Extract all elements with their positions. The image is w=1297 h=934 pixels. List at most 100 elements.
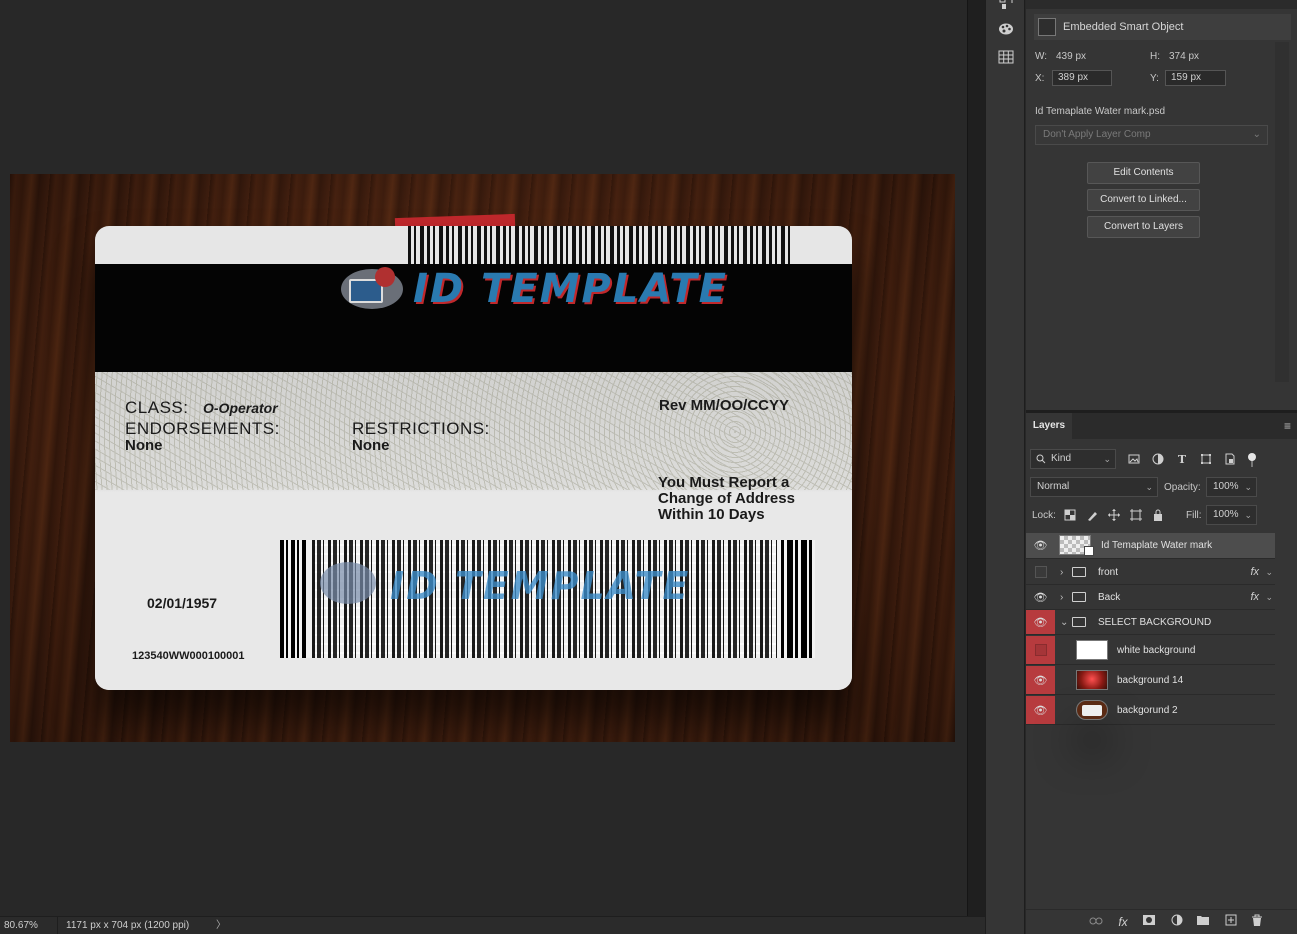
status-menu-arrow-icon[interactable]: 〉 [216, 917, 226, 934]
chevron-down-icon: ⌄ [1252, 129, 1261, 140]
logo-text: ID TEMPLATE [413, 266, 728, 312]
document-canvas[interactable]: ID TEMPLATE CLASS: O-Operator ENDORSEMEN… [10, 174, 955, 742]
new-group-icon[interactable] [1195, 914, 1211, 930]
layer-row-watermark[interactable]: 👁 Id Temaplate Water mark [1026, 533, 1275, 559]
folder-icon [1072, 592, 1086, 602]
endorsements-value: None [125, 437, 163, 454]
effects-icon[interactable]: fx [1250, 585, 1259, 610]
chevron-down-icon[interactable]: ⌄ [1265, 585, 1273, 610]
swatches-grid-icon[interactable] [996, 50, 1016, 68]
visibility-toggle[interactable] [1026, 560, 1055, 584]
fill-value: 100% [1213, 509, 1239, 520]
visibility-toggle[interactable] [1026, 636, 1055, 664]
add-mask-icon[interactable] [1141, 914, 1157, 930]
layer-row-back[interactable]: 👁 › Back fx ⌄ [1026, 585, 1275, 610]
canvas-area[interactable]: ID TEMPLATE CLASS: O-Operator ENDORSEMEN… [0, 0, 967, 916]
chevron-down-icon[interactable]: ⌄ [1265, 560, 1273, 585]
adjustment-filter-icon[interactable] [1150, 453, 1166, 467]
layer-name[interactable]: front [1098, 560, 1118, 585]
smart-object-badge-icon [1084, 546, 1094, 556]
visibility-eye-icon[interactable]: 👁 [1026, 666, 1055, 694]
opacity-input[interactable]: 100% ⌄ [1206, 477, 1257, 497]
properties-tabstrip [1026, 0, 1297, 9]
layer-name[interactable]: white background [1117, 636, 1195, 665]
pdf417-barcode: ID TEMPLATE [280, 540, 815, 658]
layer-thumbnail [1076, 700, 1108, 720]
watermark-logo-icon [320, 562, 376, 604]
x-position-input[interactable]: 389 px [1052, 70, 1112, 86]
layer-thumbnail [1076, 640, 1108, 660]
layer-name[interactable]: backgorund 2 [1117, 696, 1178, 725]
new-layer-icon[interactable] [1223, 914, 1239, 930]
visibility-eye-icon[interactable]: 👁 [1026, 585, 1055, 609]
layer-row-select-background[interactable]: 👁 ⌄ SELECT BACKGROUND [1026, 610, 1275, 635]
edit-contents-button[interactable]: Edit Contents [1087, 162, 1200, 184]
properties-scrollbar[interactable] [1275, 42, 1289, 382]
revision-date: Rev MM/OO/CCYY [659, 397, 790, 414]
lock-position-icon[interactable] [1107, 509, 1121, 523]
notice-line-2: Change of Address [658, 490, 795, 507]
layer-name[interactable]: SELECT BACKGROUND [1098, 610, 1211, 635]
panel-menu-icon[interactable]: ≡ [1284, 419, 1291, 433]
type-filter-icon[interactable]: T [1174, 453, 1190, 467]
status-bar: 80.67% 1171 px x 704 px (1200 ppi) 〉 [0, 916, 985, 934]
chevron-right-icon[interactable]: › [1060, 585, 1063, 610]
height-value: 374 px [1169, 51, 1200, 62]
photoshop-window: ID TEMPLATE CLASS: O-Operator ENDORSEMEN… [0, 0, 1297, 934]
height-label: H: [1150, 51, 1160, 62]
folder-icon [1072, 567, 1086, 577]
layer-comp-value: Don't Apply Layer Comp [1043, 129, 1151, 140]
smart-object-type: Embedded Smart Object [1063, 21, 1184, 33]
smart-object-filter-icon[interactable] [1222, 453, 1238, 467]
filter-toggle-icon[interactable] [1244, 453, 1260, 467]
blend-mode-select[interactable]: Normal ⌄ [1030, 477, 1158, 497]
restrictions-label: RESTRICTIONS: [352, 419, 490, 438]
class-label: CLASS: [125, 398, 189, 417]
fill-label: Fill: [1186, 510, 1202, 521]
add-layer-style-icon[interactable]: fx [1115, 914, 1131, 930]
layer-filter-kind-select[interactable]: Kind ⌄ [1030, 449, 1116, 469]
notice-line-3: Within 10 Days [658, 506, 765, 523]
zoom-level[interactable]: 80.67% [0, 917, 58, 934]
layer-thumbnail [1059, 535, 1094, 556]
chevron-down-icon: ⌄ [1244, 482, 1252, 492]
y-label: Y: [1150, 73, 1159, 84]
layer-row-background-14[interactable]: 👁 background 14 [1026, 666, 1275, 695]
smart-object-header: Embedded Smart Object [1034, 14, 1291, 40]
lock-artboard-icon[interactable] [1129, 509, 1143, 523]
width-value: 439 px [1056, 51, 1087, 62]
delete-layer-icon[interactable] [1249, 914, 1265, 930]
layer-comp-select[interactable]: Don't Apply Layer Comp ⌄ [1035, 125, 1268, 145]
layer-name[interactable]: background 14 [1117, 666, 1183, 695]
layer-thumbnail [1076, 670, 1108, 690]
lock-all-icon[interactable] [1151, 509, 1165, 523]
visibility-eye-icon[interactable]: 👁 [1026, 533, 1055, 558]
smart-object-filename: Id Temaplate Water mark.psd [1035, 106, 1166, 117]
visibility-eye-icon[interactable]: 👁 [1026, 610, 1055, 634]
lock-label: Lock: [1032, 510, 1056, 521]
effects-icon[interactable]: fx [1250, 560, 1259, 585]
pixel-filter-icon[interactable] [1126, 453, 1142, 467]
convert-to-layers-button[interactable]: Convert to Layers [1087, 216, 1200, 238]
glyphs-icon[interactable] [996, 0, 1016, 14]
class-value: O-Operator [203, 400, 278, 416]
layer-row-background-2[interactable]: 👁 backgorund 2 [1026, 696, 1275, 725]
link-layers-icon[interactable] [1088, 914, 1104, 930]
shape-filter-icon[interactable] [1198, 453, 1214, 467]
document-info: 1171 px x 704 px (1200 ppi) [66, 920, 190, 931]
lock-transparent-pixels-icon[interactable] [1063, 509, 1077, 523]
layer-row-front[interactable]: › front fx ⌄ [1026, 560, 1275, 585]
tab-layers[interactable]: Layers [1026, 413, 1072, 439]
adjustment-layer-icon[interactable] [1169, 914, 1185, 930]
chevron-down-icon[interactable]: ⌄ [1060, 610, 1068, 635]
visibility-eye-icon[interactable]: 👁 [1026, 696, 1055, 724]
layer-name[interactable]: Back [1098, 585, 1120, 610]
lock-image-pixels-icon[interactable] [1085, 509, 1099, 523]
layer-name[interactable]: Id Temaplate Water mark [1101, 533, 1212, 558]
chevron-right-icon[interactable]: › [1060, 560, 1063, 585]
palette-icon[interactable] [996, 22, 1016, 40]
layer-row-white-background[interactable]: white background [1026, 636, 1275, 665]
fill-input[interactable]: 100% ⌄ [1206, 505, 1257, 525]
y-position-input[interactable]: 159 px [1165, 70, 1226, 86]
convert-to-linked-button[interactable]: Convert to Linked... [1087, 189, 1200, 211]
